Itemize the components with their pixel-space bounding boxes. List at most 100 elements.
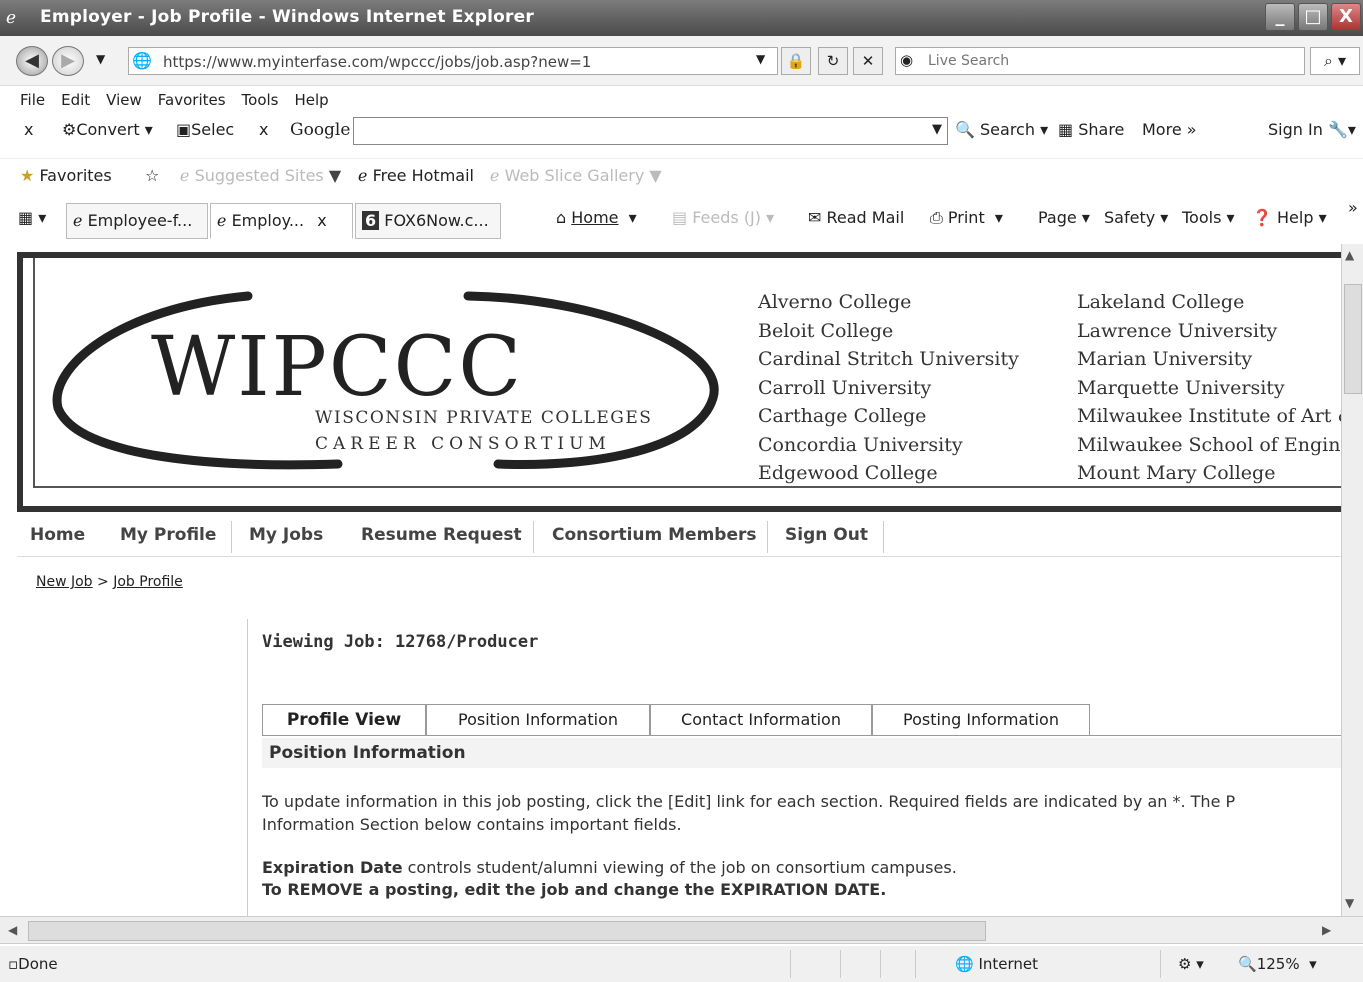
print-button[interactable]: ⎙ Print ▾ — [930, 208, 1003, 228]
stop-icon[interactable]: ✕ — [853, 47, 883, 75]
tab-icon: ℯ — [217, 211, 227, 230]
scroll-left-icon[interactable]: ◀ — [8, 923, 17, 937]
address-field[interactable]: 🌐 https://www.myinterfase.com/wpccc/jobs… — [128, 47, 778, 75]
colleges-column-1: Alverno College Beloit College Cardinal … — [758, 288, 1019, 488]
web-slice-label: Web Slice Gallery — [504, 166, 645, 185]
vertical-scroll-thumb[interactable] — [1344, 284, 1362, 394]
expiration-text: controls student/alumni viewing of the j… — [402, 858, 957, 877]
search-button[interactable]: ⌕ ▾ — [1310, 47, 1360, 75]
nav-home[interactable]: Home — [30, 525, 85, 545]
lock-icon[interactable]: 🔒 — [781, 47, 811, 75]
more-button[interactable]: More » — [1142, 120, 1197, 139]
select-button[interactable]: ▣Selec — [176, 120, 234, 139]
protected-mode-icon[interactable]: ⚙ ▾ — [1178, 955, 1204, 973]
menu-view[interactable]: View — [106, 86, 142, 114]
suggested-sites[interactable]: ℯ Suggested Sites ▼ — [180, 166, 341, 185]
horizontal-scrollbar[interactable]: ◀ ▶ — [0, 916, 1363, 944]
instructions-line-2: Information Section below contains impor… — [262, 815, 682, 834]
browser-tab-2[interactable]: ℯ Employ... x — [210, 203, 353, 239]
star-icon: ★ — [20, 166, 35, 185]
site-navigation: Home My Profile My Jobs Resume Request C… — [17, 519, 1342, 557]
tab-posting-information[interactable]: Posting Information — [872, 704, 1090, 736]
scroll-down-icon[interactable]: ▼ — [1345, 896, 1354, 910]
minimize-button[interactable]: _ — [1265, 3, 1295, 31]
logo-text: WIPCCC — [151, 320, 524, 415]
google-toolbar-close[interactable]: x — [24, 120, 33, 139]
web-slice-gallery[interactable]: ℯ Web Slice Gallery ▼ — [490, 166, 662, 185]
nav-consortium-members[interactable]: Consortium Members — [552, 525, 757, 545]
chevron-more-icon[interactable]: » — [1348, 198, 1358, 217]
college-name: Concordia University — [758, 433, 963, 456]
restore-button[interactable]: □ — [1298, 3, 1328, 31]
menu-bar: File Edit View Favorites Tools Help — [0, 86, 1363, 114]
google-search-input[interactable]: ▼ — [353, 117, 948, 145]
scroll-up-icon[interactable]: ▲ — [1345, 248, 1354, 262]
wrench-icon: 🔧 — [1327, 120, 1348, 139]
address-dropdown-icon[interactable]: ▼ — [748, 47, 778, 75]
live-search-input[interactable] — [928, 51, 1288, 71]
page-menu[interactable]: Page ▾ — [1038, 208, 1090, 227]
college-name: Carroll University — [758, 376, 932, 399]
google-search-button[interactable]: 🔍 Search ▾ — [955, 120, 1048, 139]
breadcrumb-new-job[interactable]: New Job — [36, 574, 93, 590]
tab-profile-view[interactable]: Profile View — [262, 704, 426, 736]
read-mail-button[interactable]: ✉ Read Mail — [808, 208, 904, 227]
nav-sign-out[interactable]: Sign Out — [785, 525, 868, 545]
free-hotmail-link[interactable]: ℯ Free Hotmail — [358, 166, 474, 185]
forward-button[interactable]: ▶ — [52, 46, 84, 76]
favorites-button[interactable]: ★ Favorites — [20, 166, 112, 185]
nav-my-jobs[interactable]: My Jobs — [249, 525, 323, 545]
convert-button[interactable]: ⚙Convert ▾ — [62, 120, 153, 139]
help-menu[interactable]: ❓ Help ▾ — [1252, 208, 1327, 227]
print-label: Print — [947, 208, 985, 227]
zoom-control[interactable]: 🔍125% ▾ — [1238, 955, 1317, 973]
security-zone[interactable]: 🌐 Internet — [955, 955, 1038, 973]
menu-favorites[interactable]: Favorites — [158, 86, 226, 114]
page-title: Viewing Job: 12768/Producer — [262, 632, 539, 652]
home-button[interactable]: ⌂ Home ▾ — [556, 208, 637, 227]
feeds-label: Feeds (J) — [692, 208, 762, 227]
live-search-field[interactable]: ◉ — [895, 47, 1305, 75]
scroll-right-icon[interactable]: ▶ — [1322, 923, 1331, 937]
select-icon: ▣ — [176, 120, 192, 139]
tab-close-icon[interactable]: x — [317, 211, 326, 230]
nav-my-profile[interactable]: My Profile — [120, 525, 216, 545]
add-favorite-icon[interactable]: ☆ — [145, 166, 159, 185]
safety-menu[interactable]: Safety ▾ — [1104, 208, 1168, 227]
logo-subtitle-1: WISCONSIN PRIVATE COLLEGES — [315, 408, 653, 428]
address-url: https://www.myinterfase.com/wpccc/jobs/j… — [163, 53, 592, 71]
help-icon: ❓ — [1252, 208, 1272, 227]
tab-label: FOX6Now.c... — [384, 211, 489, 230]
college-name: Edgewood College — [758, 462, 938, 484]
google-search-dropdown-icon[interactable]: ▼ — [932, 122, 942, 137]
refresh-icon[interactable]: ↻ — [818, 47, 848, 75]
nav-resume-request[interactable]: Resume Request — [361, 525, 522, 545]
home-icon: ⌂ — [556, 208, 567, 227]
back-button[interactable]: ◀ — [16, 46, 48, 76]
horizontal-scroll-thumb[interactable] — [28, 921, 986, 941]
history-dropdown-icon[interactable]: ▼ — [96, 52, 105, 66]
vertical-scrollbar[interactable]: ▲ ▼ — [1341, 244, 1363, 916]
globe-icon: 🌐 — [955, 955, 974, 973]
browser-tab-3[interactable]: 6 FOX6Now.c... — [355, 203, 501, 239]
feeds-button[interactable]: ▤ Feeds (J) ▾ — [672, 208, 774, 227]
expiration-label: Expiration Date — [262, 858, 403, 877]
menu-help[interactable]: Help — [295, 86, 329, 114]
menu-file[interactable]: File — [20, 86, 45, 114]
browser-tab-1[interactable]: ℯ Employee-f... — [66, 203, 208, 239]
tools-menu[interactable]: Tools ▾ — [1182, 208, 1235, 227]
college-name: Lakeland College — [1077, 291, 1245, 313]
share-button[interactable]: ▦ Share — [1058, 120, 1124, 139]
sign-in-button[interactable]: Sign In 🔧▾ — [1268, 120, 1356, 139]
close-button[interactable]: X — [1331, 3, 1361, 31]
menu-edit[interactable]: Edit — [61, 86, 90, 114]
quick-tabs-icon[interactable]: ▦ ▾ — [18, 208, 46, 227]
menu-tools[interactable]: Tools — [242, 86, 279, 114]
google-search-label: Search — [980, 120, 1035, 139]
status-divider — [1160, 950, 1161, 978]
breadcrumb-job-profile[interactable]: Job Profile — [113, 574, 183, 590]
select-close[interactable]: x — [259, 120, 268, 139]
tab-position-information[interactable]: Position Information — [426, 704, 650, 736]
tab-contact-information[interactable]: Contact Information — [650, 704, 872, 736]
colleges-column-2: Lakeland College Lawrence University Mar… — [1077, 288, 1347, 488]
